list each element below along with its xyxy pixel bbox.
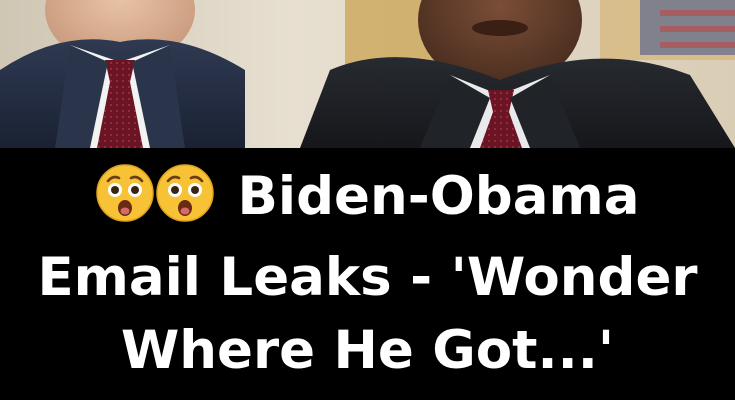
photo (0, 0, 735, 148)
headline-text-1: Biden-Obama (237, 166, 640, 227)
astonished-face-icon (95, 164, 154, 222)
headline-line-3: Where He Got...' (120, 320, 615, 381)
emoji-group (95, 164, 216, 241)
astonished-face-icon (155, 164, 214, 222)
headline[interactable]: Biden-Obama Email Leaks - 'Wonder Where … (0, 160, 735, 387)
post-card[interactable]: Biden-Obama Email Leaks - 'Wonder Where … (0, 0, 735, 400)
headline-line-2: Email Leaks - 'Wonder (37, 247, 698, 308)
headline-line-1: Biden-Obama (0, 160, 735, 241)
